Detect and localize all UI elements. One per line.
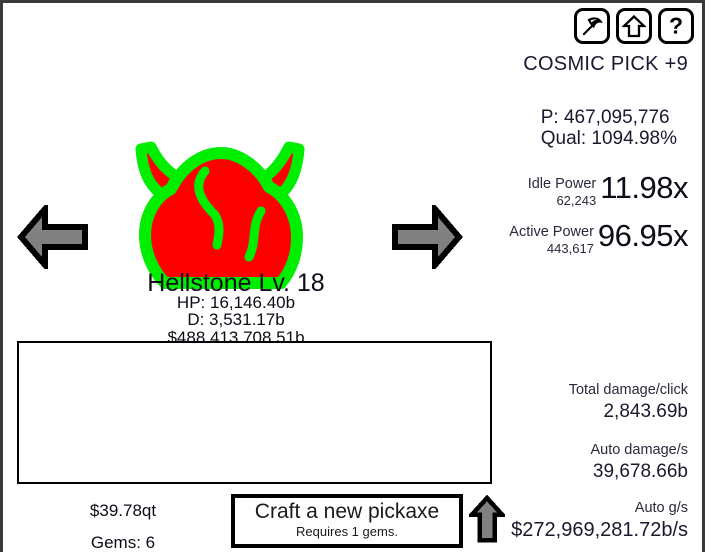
- pickaxe-quality-line: Qual: 1094.98%: [540, 128, 677, 150]
- active-power-block: Active Power 443,617 96.95x: [509, 218, 689, 257]
- svg-text:?: ?: [669, 14, 683, 38]
- upgrade-button[interactable]: [616, 8, 652, 44]
- active-power-labels: Active Power 443,617: [509, 221, 594, 257]
- auto-gold-per-sec-group: Auto g/s $272,969,281.72b/s: [511, 499, 688, 544]
- pickaxe-power-line: P: 467,095,776: [540, 107, 670, 128]
- up-arrow-icon: [622, 14, 646, 38]
- craft-button-label: Craft a new pickaxe: [254, 499, 440, 523]
- idle-power-block: Idle Power 62,243 11.98x: [528, 170, 689, 209]
- toolbar: ?: [574, 8, 694, 44]
- game-window: ? COSMIC PICK +9 P: 467,095,776 Qual: 10…: [0, 0, 705, 552]
- gems-value: Gems: 6: [90, 533, 156, 552]
- idle-power-multiplier: 11.98x: [600, 170, 688, 205]
- active-power-value: 443,617: [546, 240, 594, 256]
- pickaxe-stats: P: 467,095,776 Qual: 1094.98%: [541, 107, 677, 150]
- previous-monster-arrow[interactable]: [17, 200, 89, 274]
- pickaxe-name: COSMIC PICK +9: [523, 53, 688, 75]
- active-power-label: Active Power: [509, 224, 594, 240]
- craft-new-pickaxe-button[interactable]: Craft a new pickaxe Requires 1 gems.: [231, 494, 463, 548]
- pickaxe-icon: [580, 14, 604, 38]
- idle-power-label: Idle Power: [527, 176, 597, 192]
- message-log[interactable]: [17, 341, 492, 484]
- monster-damage: D: 3,531.17b: [187, 310, 285, 330]
- question-mark-icon: ?: [664, 14, 688, 38]
- auto-damage-per-sec-label: Auto damage/s: [590, 442, 688, 458]
- active-power-multiplier: 96.95x: [597, 218, 689, 253]
- craft-button-requirement: Requires 1 gems.: [296, 523, 398, 539]
- next-monster-arrow[interactable]: [391, 200, 463, 274]
- auto-damage-per-sec-value: 39,678.66b: [592, 461, 688, 483]
- monster-stats: HP: 16,146.40b D: 3,531.17b $488,413,708…: [3, 294, 469, 346]
- up-arrow-icon: [466, 494, 508, 547]
- money-value: $39.78qt: [89, 501, 157, 520]
- pickaxe-button[interactable]: [574, 8, 610, 44]
- idle-power-value: 62,243: [556, 192, 597, 208]
- monster-hp: HP: 16,146.40b: [176, 293, 296, 312]
- idle-power-labels: Idle Power 62,243: [528, 173, 597, 209]
- auto-damage-per-sec-group: Auto damage/s 39,678.66b: [590, 441, 688, 485]
- upgrade-pickaxe-arrow-button[interactable]: [466, 494, 508, 543]
- total-damage-per-click-group: Total damage/click 2,843.69b: [569, 381, 688, 425]
- auto-gold-per-sec-label: Auto g/s: [634, 500, 688, 516]
- total-damage-per-click-label: Total damage/click: [568, 382, 688, 398]
- total-damage-per-click-value: 2,843.69b: [603, 401, 688, 423]
- monster-stage: [3, 63, 493, 289]
- currency-panel: $39.78qt Gems: 6: [43, 495, 203, 552]
- help-button[interactable]: ?: [658, 8, 694, 44]
- auto-gold-per-sec-value: $272,969,281.72b/s: [511, 519, 688, 542]
